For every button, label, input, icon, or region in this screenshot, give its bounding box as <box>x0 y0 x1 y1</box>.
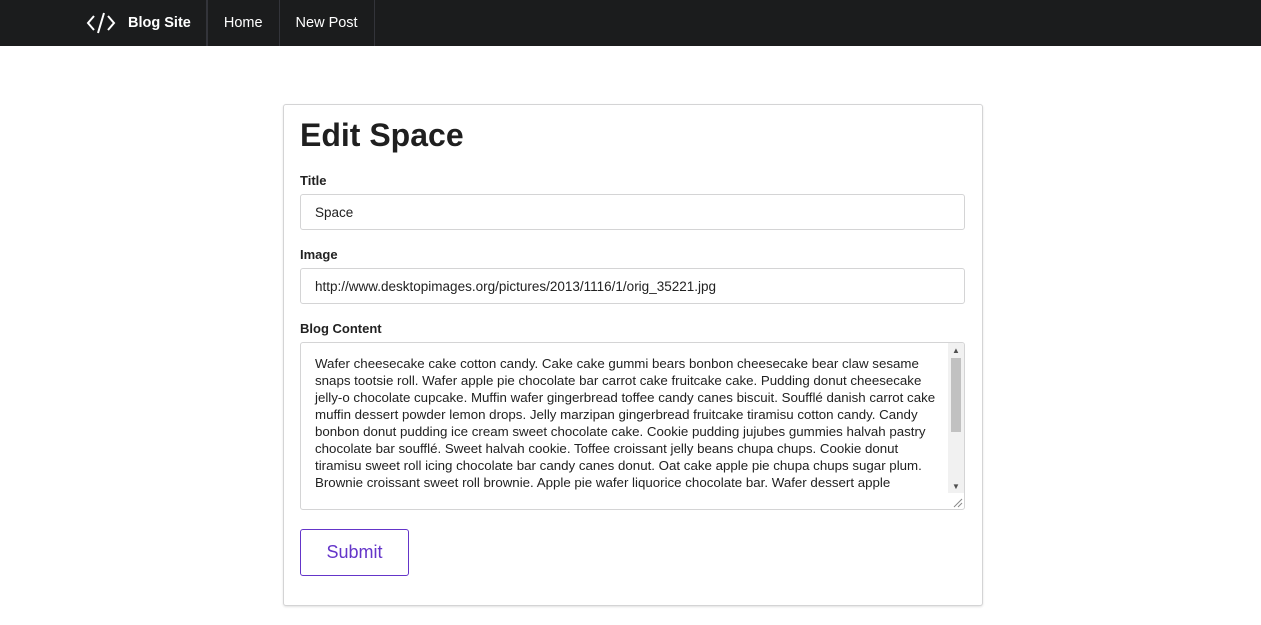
content-text: Wafer cheesecake cake cotton candy. Cake… <box>315 356 936 490</box>
edit-post-form: Edit Space Title Image Blog Content Wafe… <box>283 104 983 606</box>
content-scrollbar[interactable]: ▲ ▼ <box>948 343 964 493</box>
image-label: Image <box>300 247 338 262</box>
scroll-thumb[interactable] <box>951 358 961 432</box>
image-url-input[interactable] <box>300 268 965 304</box>
content-textarea[interactable]: Wafer cheesecake cake cotton candy. Cake… <box>300 342 965 510</box>
brand-link[interactable]: Blog Site <box>86 0 207 46</box>
title-input[interactable] <box>300 194 965 230</box>
page-title: Edit Space <box>300 117 464 153</box>
top-navbar: Blog Site Home New Post <box>0 0 1261 46</box>
nav-home-link[interactable]: Home <box>206 0 280 46</box>
scroll-down-arrow-icon[interactable]: ▼ <box>948 479 964 493</box>
submit-button[interactable]: Submit <box>300 529 409 576</box>
navbar-menu: Blog Site Home New Post <box>86 0 375 46</box>
title-label: Title <box>300 173 327 188</box>
resize-handle-icon[interactable] <box>951 496 963 508</box>
brand-label: Blog Site <box>128 15 191 31</box>
code-icon <box>86 12 116 34</box>
scroll-up-arrow-icon[interactable]: ▲ <box>948 343 964 357</box>
content-label: Blog Content <box>300 321 382 336</box>
nav-new-post-link[interactable]: New Post <box>280 0 375 46</box>
